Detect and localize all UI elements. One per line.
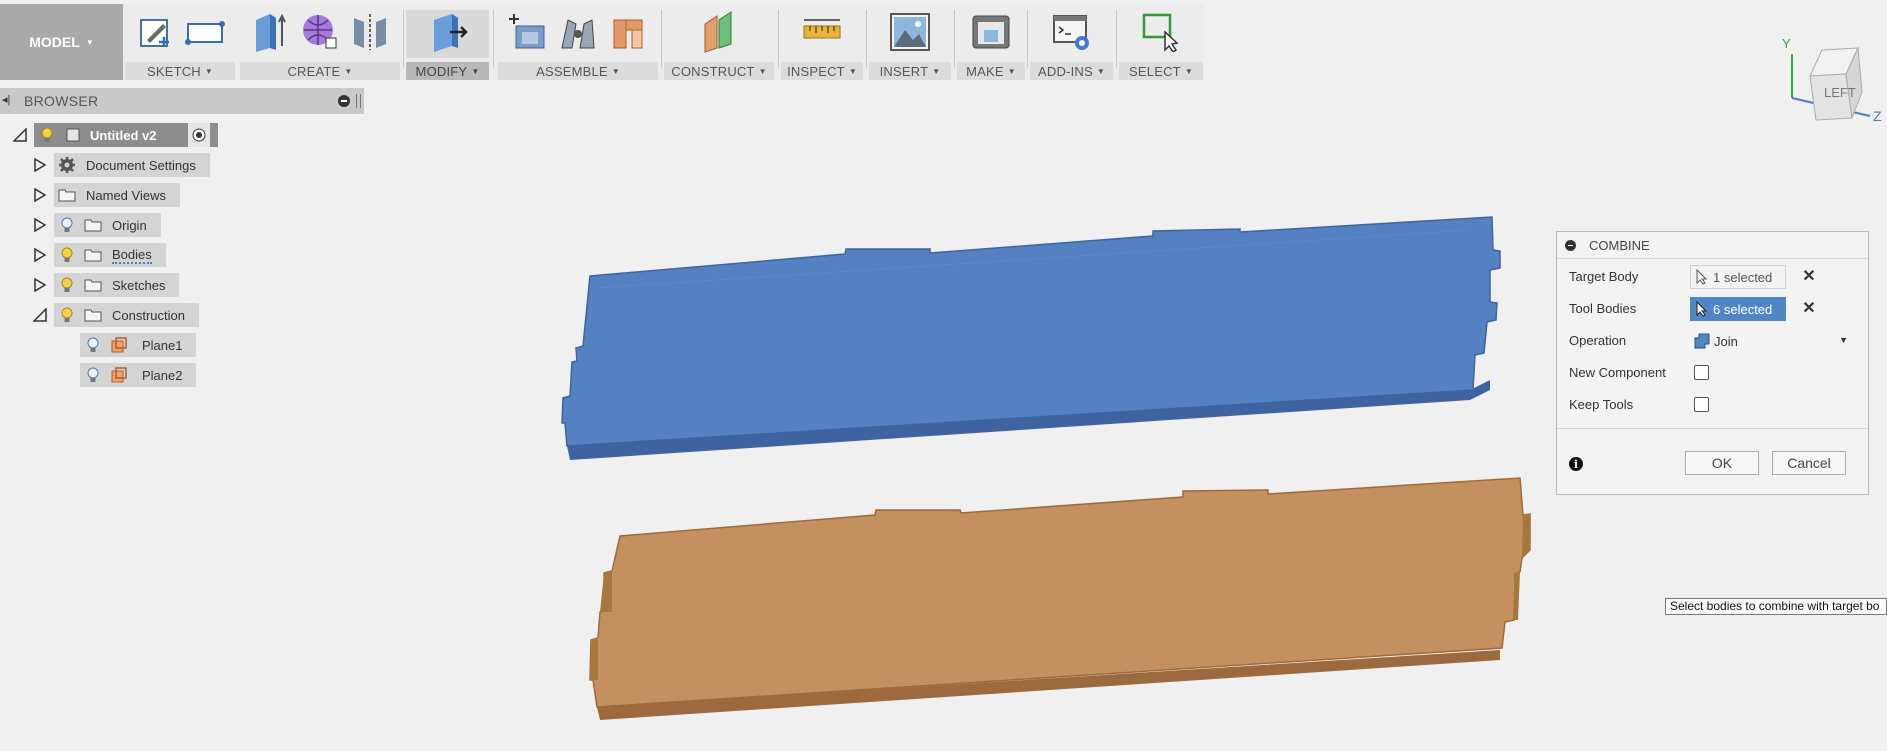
new-component-checkbox[interactable]	[1694, 365, 1709, 380]
cancel-button[interactable]: Cancel	[1772, 451, 1846, 475]
dialog-title: COMBINE	[1589, 238, 1650, 253]
operation-value: Join	[1714, 333, 1738, 349]
keep-tools-row: Keep Tools	[1557, 391, 1868, 419]
axis-y-label: Y	[1782, 36, 1791, 51]
info-icon[interactable]: i	[1569, 457, 1583, 471]
operation-row: Operation Join ▼	[1557, 327, 1868, 355]
target-body-value: 1 selected	[1713, 269, 1773, 285]
tool-bodies-value: 6 selected	[1713, 301, 1773, 317]
new-component-label: New Component	[1569, 365, 1666, 380]
clear-tools-icon[interactable]: ✕	[1801, 300, 1817, 317]
join-icon	[1690, 332, 1714, 350]
chevron-down-icon: ▼	[1839, 335, 1848, 345]
operation-label: Operation	[1569, 333, 1627, 348]
keep-tools-label: Keep Tools	[1569, 397, 1634, 412]
combine-dialog: COMBINE Target Body 1 selected ✕ Tool Bo…	[1556, 231, 1869, 495]
tan-body[interactable]	[589, 477, 1531, 720]
view-cube-face-label[interactable]: LEFT	[1824, 85, 1856, 100]
operation-dropdown[interactable]: Join ▼	[1690, 329, 1854, 353]
minimize-icon[interactable]	[1565, 240, 1576, 251]
target-body-selector[interactable]: 1 selected	[1690, 265, 1786, 289]
keep-tools-checkbox[interactable]	[1694, 397, 1709, 412]
combine-header: COMBINE	[1557, 232, 1868, 259]
tool-bodies-selector[interactable]: 6 selected	[1690, 297, 1786, 321]
cursor-arrow-icon	[1691, 269, 1713, 285]
dialog-divider	[1557, 428, 1868, 429]
clear-target-icon[interactable]: ✕	[1801, 268, 1817, 285]
view-cube[interactable]: Y Z LEFT	[1770, 36, 1887, 136]
cursor-arrow-icon	[1691, 301, 1713, 317]
blue-body[interactable]	[561, 216, 1501, 460]
axis-z-label: Z	[1873, 108, 1882, 124]
ok-button[interactable]: OK	[1685, 451, 1759, 475]
new-component-row: New Component	[1557, 359, 1868, 387]
tool-bodies-label: Tool Bodies	[1569, 301, 1637, 316]
target-body-row: Target Body 1 selected ✕	[1557, 263, 1868, 291]
tool-bodies-row: Tool Bodies 6 selected ✕	[1557, 295, 1868, 323]
tooltip: Select bodies to combine with target bo	[1665, 598, 1887, 615]
target-body-label: Target Body	[1569, 269, 1639, 284]
